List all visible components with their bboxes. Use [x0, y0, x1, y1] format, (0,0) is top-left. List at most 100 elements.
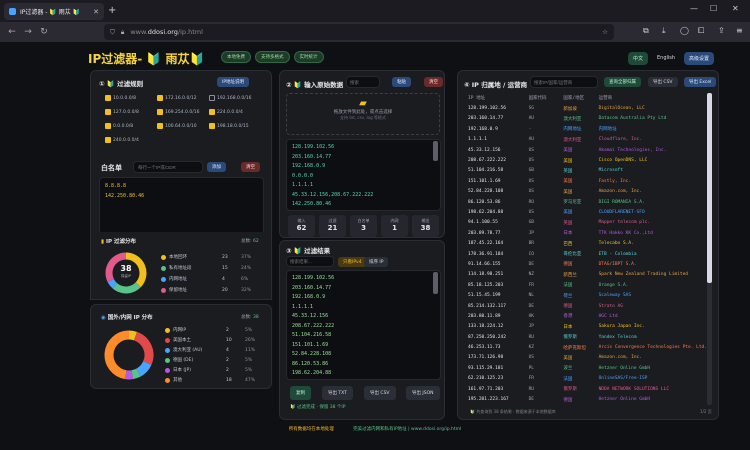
filter-option[interactable]: 224.0.0.0/4 [209, 109, 243, 115]
export-excel-button[interactable]: 导出 Excel [684, 77, 717, 87]
back-icon[interactable]: ← [4, 27, 20, 37]
input-scrollbar[interactable] [433, 141, 438, 161]
table-row[interactable]: 161.97.71.203 RU 俄罗斯 NDDA NETWORK SOLUTIONS… [466, 384, 709, 394]
share-icon[interactable]: ⇪ [718, 26, 725, 35]
browser-tab[interactable]: IP过滤器 - 🔰 雨苁 🔰 ✕ [4, 3, 104, 20]
reload-icon[interactable]: ↻ [36, 27, 52, 37]
dist-legend-row: 内网地址 4 6% [161, 276, 248, 282]
table-row[interactable]: 178.36.91.184 CO 哥伦比亚 ETB - Colombia [466, 249, 709, 259]
table-row[interactable]: 151.101.1.69 US 美国 Fastly, Inc. [466, 176, 709, 186]
settings-button[interactable]: 高级设置 [684, 52, 715, 65]
address-bar[interactable]: ⛉ 🔒︎ www.ddosi.org/ip.html ☆ [104, 24, 614, 40]
ip-info-button[interactable]: IP地址说明 [217, 77, 250, 87]
table-row[interactable]: 94.1.100.55 GB 英国 Mapper telecom plc. [466, 218, 709, 228]
table-row[interactable]: 46.253.11.73 KZ 哈萨克斯坦 Arcis Convergence Tec… [466, 342, 709, 352]
lang-zh-button[interactable]: 中文 [628, 52, 649, 65]
whitelist-input[interactable] [133, 161, 203, 173]
column-header[interactable]: 运营商 [597, 93, 709, 103]
table-row[interactable]: 86.120.53.86 RO 罗马尼亚 DIGI ROMANIA S.A. [466, 197, 709, 207]
table-cell: 新加坡 [563, 106, 577, 112]
table-row[interactable]: 62.210.125.23 FR 法国 OnlineSAS/Free-ISP [466, 374, 709, 384]
table-row[interactable]: 45.33.12.156 US 美国 Akamai Technologies, Inc… [466, 145, 709, 155]
table-row[interactable]: 203.80.11.89 HK 香港 HGC Ltd [466, 311, 709, 321]
checkbox[interactable] [105, 109, 111, 115]
geo-table-scrollbar[interactable] [707, 93, 712, 283]
minimize-icon[interactable]: — [690, 4, 698, 13]
table-row[interactable]: 1.1.1.1 AU 澳大利亚 Cloudflare, Inc. [466, 135, 709, 145]
sort-ip-button[interactable]: 排序 IP [364, 257, 389, 267]
paste-button[interactable]: 粘贴 [392, 77, 411, 87]
result-line: 128.199.102.56 [292, 275, 335, 281]
file-dropzone[interactable]: ▰ 拖放文件到此处，或点击选择 支持 txt, csv, log 等格式 [286, 93, 440, 135]
table-row[interactable]: 91.14.66.155 DE 德国 DTAG/IBPT S.A. [466, 259, 709, 269]
table-row[interactable]: 208.67.222.222 US 美国 Cisco OpenDNS, LLC [466, 155, 709, 165]
result-scrollbar[interactable] [433, 272, 438, 294]
query-all-button[interactable]: 查询全部归属 [604, 77, 641, 87]
lang-en-button[interactable]: English [652, 52, 680, 64]
table-row[interactable]: 128.199.102.56 SG 新加坡 DigitalOcean, LLC [466, 103, 709, 113]
table-row[interactable]: 51.15.45.199 NL 荷兰 Scaleway SAS [466, 290, 709, 300]
table-row[interactable]: 93.115.29.181 PL 波兰 Hetzner Online GmbH [466, 363, 709, 373]
whitelist-clear-button[interactable]: 清空 [241, 162, 260, 172]
table-row[interactable]: 173.71.126.98 US 美国 Amazon.com, Inc. [466, 353, 709, 363]
table-row[interactable]: 85.214.132.117 DE 德国 Strato AG [466, 301, 709, 311]
input-search[interactable] [346, 76, 380, 88]
checkbox[interactable] [209, 109, 215, 115]
column-header[interactable]: 国家代码 [527, 93, 562, 103]
copy-button[interactable]: 复制 [290, 386, 311, 400]
table-row[interactable]: 51.104.216.58 GB 英国 Microsoft [466, 166, 709, 176]
table-row[interactable]: 85.18.125.203 FR 法国 Orange S.A. [466, 280, 709, 290]
screenshot-icon[interactable]: ⧉ [643, 26, 649, 36]
account-icon[interactable]: ◯ [680, 26, 689, 35]
checkbox[interactable] [105, 95, 111, 101]
table-row[interactable]: 52.84.228.108 US 美国 Amazon.com, Inc. [466, 187, 709, 197]
filter-option[interactable]: 172.16.0.0/12 [157, 95, 197, 101]
input-clear-button[interactable]: 清空 [424, 77, 443, 87]
result-textarea[interactable]: 128.199.102.56 203.160.14.77 192.168.0.9 1.… [286, 270, 441, 380]
filter-option[interactable]: 127.0.0.0/8 [105, 109, 139, 115]
table-row[interactable]: 203.160.14.77 AU 澳大利亚 Datacom Australia Pty… [466, 114, 709, 124]
menu-icon[interactable]: ≡ [736, 26, 743, 35]
filter-option[interactable]: 0.0.0.0/8 [105, 123, 133, 129]
checkbox[interactable] [157, 109, 163, 115]
checkbox[interactable] [157, 123, 163, 129]
checkbox[interactable] [209, 123, 215, 129]
geo-table-search[interactable] [530, 76, 598, 88]
bookmark-star-icon[interactable]: ☆ [602, 28, 608, 36]
table-row[interactable]: 133.18.224.12 JP 日本 Sakura Japan Inc. [466, 322, 709, 332]
result-search[interactable] [286, 256, 334, 267]
export-txt-button[interactable]: 导出 TXT [322, 386, 353, 400]
filter-option[interactable]: 100.64.0.0/10 [157, 123, 197, 129]
table-row[interactable]: 203.89.78.77 JP 日本 TTK Hakko KK Co.,Ltd [466, 228, 709, 238]
filter-option[interactable]: 169.254.0.0/16 [157, 109, 199, 115]
table-row[interactable]: 87.250.250.242 RU 俄罗斯 Yandex Telecom [466, 332, 709, 342]
table-row[interactable]: 195.201.223.167 DE 德国 Hetzner Online GmbH [466, 394, 709, 404]
export-csv-button[interactable]: 导出 CSV [364, 386, 396, 400]
extensions-icon[interactable]: ⧠ [698, 26, 704, 36]
new-tab-icon[interactable]: + [108, 5, 116, 16]
forward-icon[interactable]: → [20, 27, 36, 37]
close-tab-icon[interactable]: ✕ [93, 8, 99, 16]
input-textarea[interactable]: 128.199.102.56 203.160.14.77 192.168.0.9 0.… [286, 139, 441, 211]
maximize-icon[interactable]: ☐ [710, 4, 717, 13]
checkbox[interactable] [157, 95, 163, 101]
export-json-button[interactable]: 导出 JSON [406, 386, 440, 400]
filter-option[interactable]: 10.0.0.0/8 [105, 95, 136, 101]
filter-option[interactable]: 192.168.0.0/16 [209, 95, 251, 101]
close-window-icon[interactable]: ✕ [732, 4, 739, 13]
column-header[interactable]: IP 地址 [466, 93, 527, 103]
filter-option[interactable]: 240.0.0.0/4 [105, 137, 139, 143]
table-row[interactable]: 114.18.98.251 NZ 新西兰 Spark New Zealand Trad… [466, 270, 709, 280]
whitelist-add-button[interactable]: 添加 [207, 162, 226, 172]
checkbox[interactable] [105, 137, 111, 143]
table-row[interactable]: 198.62.204.88 US 美国 CLOUDFLARENET-SFO [466, 207, 709, 217]
table-row[interactable]: 192.168.0.9 - 内网地址 内网地址 [466, 124, 709, 134]
ipv4-only-toggle[interactable]: 只看IPv4 [338, 257, 367, 267]
download-icon[interactable]: ⤓ [662, 26, 666, 36]
checkbox[interactable] [209, 95, 215, 101]
filter-option[interactable]: 198.18.0.0/15 [209, 123, 249, 129]
checkbox[interactable] [105, 123, 111, 129]
table-row[interactable]: 187.45.22.164 BR 巴西 Telecabo S.A. [466, 238, 709, 248]
column-header[interactable]: 国家/地区 [561, 93, 596, 103]
export-csv-table-button[interactable]: 导出 CSV [648, 77, 678, 87]
